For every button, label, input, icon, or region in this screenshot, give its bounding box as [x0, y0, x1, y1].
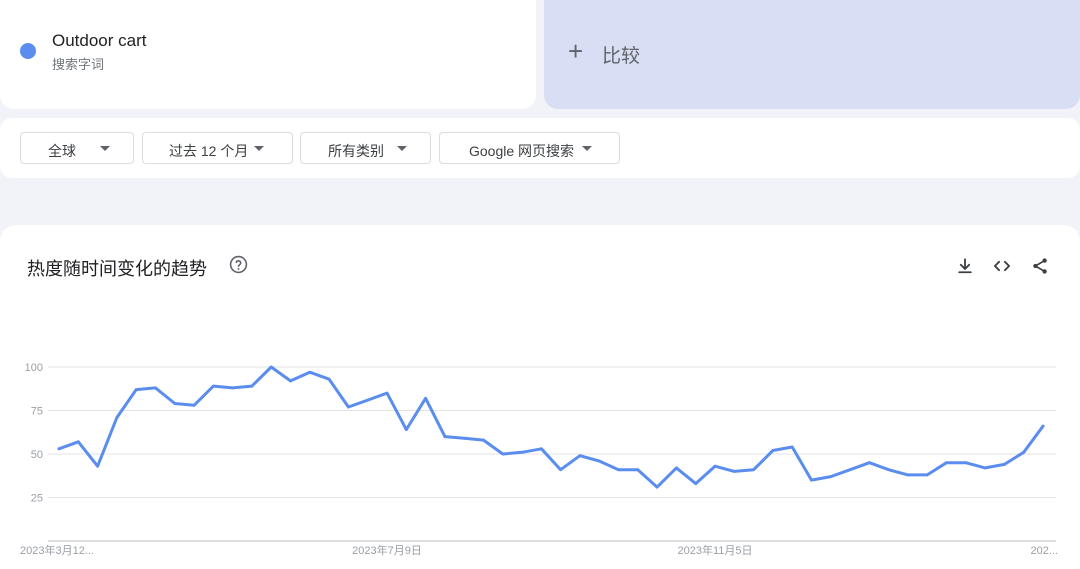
data-point[interactable] — [154, 386, 157, 390]
data-point[interactable] — [192, 403, 196, 407]
data-point[interactable] — [443, 435, 447, 438]
data-point[interactable] — [424, 396, 427, 400]
data-point[interactable] — [1041, 424, 1045, 428]
data-point[interactable] — [347, 405, 350, 409]
trend-chart: 25 50 75 100 2023年3月12... 2023年7月9日 2023年11月5… — [20, 362, 1058, 557]
y-tick-label: 50 — [31, 449, 43, 461]
data-point[interactable] — [1022, 450, 1026, 454]
category-filter[interactable]: 所有类别 — [300, 132, 431, 164]
data-point[interactable] — [501, 452, 505, 456]
embed-icon[interactable] — [992, 256, 1012, 276]
data-point[interactable] — [57, 447, 61, 451]
search-term-name[interactable]: Outdoor cart — [52, 31, 147, 51]
data-point[interactable] — [269, 365, 273, 369]
data-point[interactable] — [732, 470, 736, 473]
data-point[interactable] — [76, 440, 80, 444]
data-point[interactable] — [964, 461, 968, 465]
x-tick-label: 2023年7月9日 — [352, 543, 422, 557]
data-point[interactable] — [848, 468, 852, 472]
data-point[interactable] — [231, 386, 235, 390]
x-tick-label: 2023年3月12... — [20, 543, 94, 557]
data-point[interactable] — [115, 416, 119, 419]
data-point[interactable] — [173, 402, 177, 405]
download-icon[interactable] — [955, 256, 975, 276]
search-term-type: 搜索字词 — [52, 57, 105, 72]
data-point[interactable] — [925, 473, 929, 477]
data-point[interactable] — [520, 450, 524, 454]
data-point[interactable] — [713, 464, 717, 468]
data-point[interactable] — [945, 461, 948, 465]
data-point[interactable] — [829, 475, 833, 479]
data-point[interactable] — [655, 485, 659, 489]
data-point[interactable] — [906, 473, 910, 477]
data-point[interactable] — [134, 388, 138, 392]
data-point[interactable] — [250, 384, 254, 388]
chevron-down-icon — [582, 146, 592, 151]
chart-title: 热度随时间变化的趋势 — [27, 259, 207, 279]
data-point[interactable] — [462, 436, 466, 440]
series-color-dot — [20, 43, 36, 59]
data-point[interactable] — [385, 391, 389, 395]
data-point[interactable] — [539, 447, 543, 451]
data-point[interactable] — [96, 464, 99, 468]
y-axis-ticks: 25 50 75 100 — [25, 362, 43, 505]
data-point[interactable] — [327, 377, 331, 381]
data-point[interactable] — [578, 454, 582, 458]
share-icon[interactable] — [1030, 256, 1050, 276]
data-point[interactable] — [983, 466, 987, 470]
help-icon[interactable] — [229, 255, 248, 274]
x-axis-ticks: 2023年3月12... 2023年7月9日 2023年11月5日 202... — [20, 543, 1058, 557]
chevron-down-icon — [397, 146, 407, 151]
data-point[interactable] — [636, 468, 640, 472]
data-point[interactable] — [694, 482, 698, 485]
data-point[interactable] — [675, 466, 678, 470]
data-point[interactable] — [308, 370, 312, 374]
plus-icon: + — [568, 36, 584, 66]
data-point[interactable] — [617, 468, 620, 472]
data-point[interactable] — [482, 438, 485, 442]
time-filter[interactable]: 过去 12 个月 — [142, 132, 293, 164]
region-filter[interactable]: 全球 — [20, 132, 134, 164]
data-point[interactable] — [404, 428, 408, 432]
data-point[interactable] — [1003, 463, 1006, 466]
compare-label: 比较 — [602, 46, 641, 67]
search-type-filter[interactable]: Google 网页搜索 — [439, 132, 620, 164]
chevron-down-icon — [100, 146, 110, 151]
y-tick-label: 75 — [31, 406, 43, 418]
data-point[interactable] — [887, 468, 891, 472]
data-point[interactable] — [211, 384, 215, 388]
chart-grid — [48, 366, 1056, 542]
category-filter-label: 所有类别 — [328, 143, 384, 159]
data-point[interactable] — [289, 379, 292, 383]
x-tick-label: 202... — [1030, 545, 1058, 557]
y-tick-label: 100 — [25, 362, 43, 374]
data-point[interactable] — [559, 468, 563, 472]
series-line[interactable] — [57, 365, 1045, 489]
chevron-down-icon — [254, 146, 264, 151]
region-filter-label: 全球 — [48, 143, 76, 159]
data-point[interactable] — [752, 468, 755, 472]
time-filter-label: 过去 12 个月 — [169, 143, 249, 159]
series-layer — [57, 365, 1045, 489]
data-point[interactable] — [597, 459, 601, 463]
data-point[interactable] — [790, 445, 794, 449]
data-point[interactable] — [771, 449, 775, 452]
x-tick-label: 2023年11月5日 — [677, 543, 752, 557]
data-point[interactable] — [867, 461, 871, 465]
data-point[interactable] — [810, 478, 813, 482]
search-type-filter-label: Google 网页搜索 — [469, 143, 575, 159]
y-tick-label: 25 — [31, 493, 43, 505]
data-point[interactable] — [366, 398, 370, 402]
